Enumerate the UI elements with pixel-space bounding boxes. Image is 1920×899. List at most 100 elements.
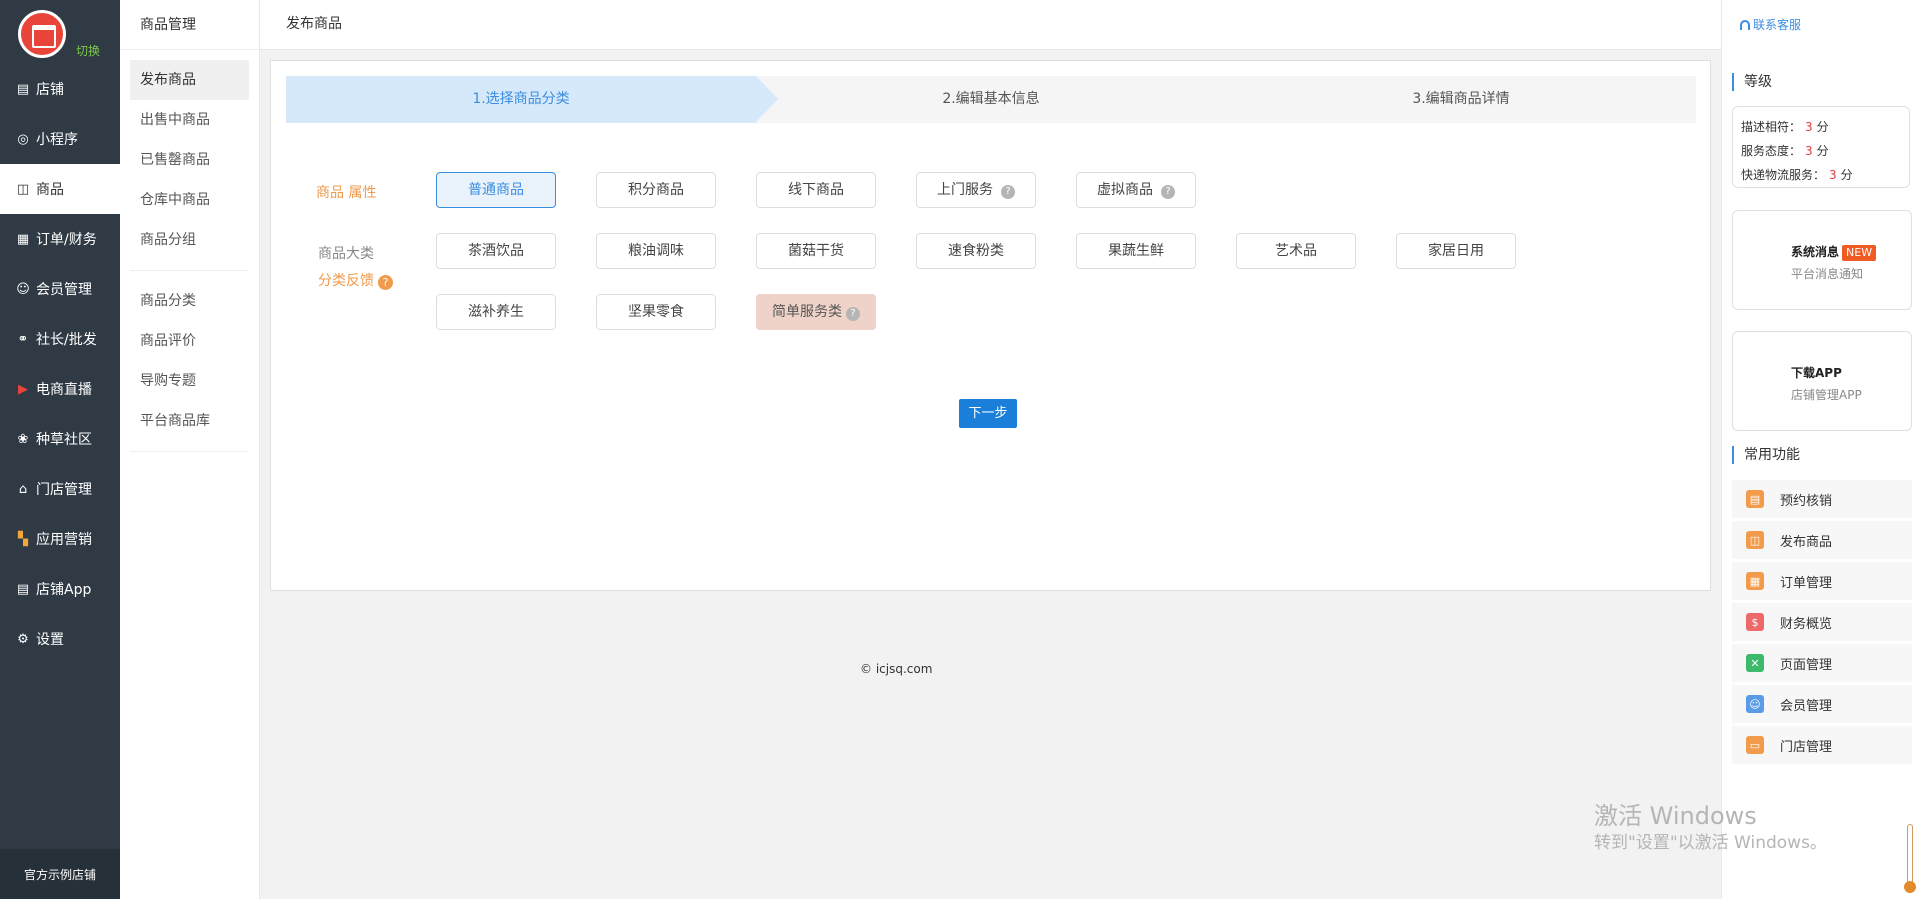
- func-label: 预约核销: [1780, 493, 1833, 509]
- store-logo[interactable]: [18, 10, 66, 58]
- func-members[interactable]: ☺ 会员管理: [1732, 685, 1912, 723]
- copyright: © icjsq.com: [860, 662, 933, 676]
- func-reservation[interactable]: ▤ 预约核销: [1732, 480, 1912, 518]
- category-chip-art[interactable]: 艺术品: [1236, 233, 1356, 269]
- step-2: 2.编辑基本信息: [942, 91, 1040, 107]
- attr-label: 商品 属性: [316, 185, 377, 201]
- category-feedback-link[interactable]: 分类反馈?: [318, 270, 393, 290]
- func-finance[interactable]: $ 财务概览: [1732, 603, 1912, 641]
- help-icon[interactable]: ?: [1001, 185, 1015, 199]
- download-app-title: 下载APP: [1791, 366, 1842, 380]
- logo-area: 切换: [0, 0, 120, 64]
- nav-item-settings[interactable]: ⚙ 设置: [0, 614, 120, 664]
- clipboard-icon: ▤: [1746, 490, 1764, 508]
- help-icon[interactable]: ?: [846, 307, 860, 321]
- user-icon: ☺: [1746, 695, 1764, 713]
- func-outlets[interactable]: ▭ 门店管理: [1732, 726, 1912, 764]
- nav-item-live[interactable]: ▶ 电商直播: [0, 364, 120, 414]
- subnav-item-categories[interactable]: 商品分类: [130, 281, 249, 321]
- func-label: 发布商品: [1780, 534, 1833, 550]
- subnav-item-sold-out[interactable]: 已售罄商品: [130, 140, 249, 180]
- category-chip-mushroom[interactable]: 菌菇干货: [756, 233, 876, 269]
- func-publish-goods[interactable]: ◫ 发布商品: [1732, 521, 1912, 559]
- nav-item-outlets[interactable]: ⌂ 门店管理: [0, 464, 120, 514]
- order-icon: ▦: [1746, 572, 1764, 590]
- nav-label: 社长/批发: [36, 332, 97, 348]
- contact-service-link[interactable]: 联系客服: [1740, 16, 1801, 33]
- category-chip-home[interactable]: 家居日用: [1396, 233, 1516, 269]
- func-pages[interactable]: ✕ 页面管理: [1732, 644, 1912, 682]
- attr-chip-normal[interactable]: 普通商品: [436, 172, 556, 208]
- func-orders[interactable]: ▦ 订单管理: [1732, 562, 1912, 600]
- subnav-item-platform-library[interactable]: 平台商品库: [130, 401, 249, 441]
- nav-item-goods[interactable]: ◫ 商品: [0, 164, 120, 214]
- category-chip-tea-wine[interactable]: 茶酒饮品: [436, 233, 556, 269]
- nav-item-miniprogram[interactable]: ◎ 小程序: [0, 114, 120, 164]
- category-chip-instant[interactable]: 速食粉类: [916, 233, 1036, 269]
- subnav-group-1: 发布商品 出售中商品 已售罄商品 仓库中商品 商品分组 商品分类 商品评价 导购…: [120, 50, 259, 452]
- category-chip-tonic[interactable]: 滋补养生: [436, 294, 556, 330]
- step-indicator: 1.选择商品分类 2.编辑基本信息 3.编辑商品详情: [286, 76, 1696, 123]
- nav-item-store-app[interactable]: ▤ 店铺App: [0, 564, 120, 614]
- grade-title: 等级: [1732, 73, 1772, 91]
- subnav-item-on-sale[interactable]: 出售中商品: [130, 100, 249, 140]
- page-title: 发布商品: [260, 0, 1721, 50]
- grade-unit: 分: [1840, 168, 1853, 182]
- attr-chip-points[interactable]: 积分商品: [596, 172, 716, 208]
- func-label: 页面管理: [1780, 657, 1833, 673]
- subnav-item-publish[interactable]: 发布商品: [130, 60, 249, 100]
- func-label: 门店管理: [1780, 739, 1833, 755]
- subnav-item-warehouse[interactable]: 仓库中商品: [130, 180, 249, 220]
- nav-item-orders[interactable]: ▦ 订单/财务: [0, 214, 120, 264]
- apps-icon: ▚: [18, 531, 28, 547]
- leaf-icon: ❀: [17, 431, 29, 447]
- nav-item-community[interactable]: ❀ 种草社区: [0, 414, 120, 464]
- grade-row: 描述相符： 3 分: [1741, 115, 1901, 139]
- switch-link[interactable]: 切换: [76, 42, 100, 59]
- subnav-item-reviews[interactable]: 商品评价: [130, 321, 249, 361]
- grade-label: 描述相符：: [1741, 120, 1802, 134]
- card-title: 系统消息: [1791, 245, 1840, 259]
- chip-label: 上门服务: [937, 182, 993, 198]
- help-icon[interactable]: ?: [1161, 185, 1175, 199]
- subnav-item-groups[interactable]: 商品分组: [130, 220, 249, 260]
- category-chip-simple-service[interactable]: 简单服务类?: [756, 294, 876, 330]
- tools-icon: ✕: [1746, 654, 1764, 672]
- func-label: 会员管理: [1780, 698, 1833, 714]
- help-icon: ?: [378, 275, 393, 290]
- main-sidebar: 切换 ▤ 店铺 ◎ 小程序 ◫ 商品 ▦ 订单/财务 ☺ 会员管理 ⚭ 社长/批发 ▶ 电商直…: [0, 0, 120, 899]
- new-badge: NEW: [1842, 245, 1877, 261]
- nav-label: 会员管理: [36, 282, 92, 298]
- windows-activation-hint: 转到"设置"以激活 Windows。: [1594, 833, 1827, 853]
- grade-box: 描述相符： 3 分 服务态度： 3 分 快递物流服务： 3 分: [1732, 106, 1910, 188]
- download-app-card[interactable]: 下载APP 店铺管理APP: [1732, 331, 1912, 431]
- nav-item-members[interactable]: ☺ 会员管理: [0, 264, 120, 314]
- category-chip-oil-seasoning[interactable]: 粮油调味: [596, 233, 716, 269]
- members-icon: ☺: [16, 281, 30, 297]
- divider: [130, 270, 249, 271]
- attr-chip-offline[interactable]: 线下商品: [756, 172, 876, 208]
- nav-item-marketing[interactable]: ▚ 应用营销: [0, 514, 120, 564]
- subnav-item-topics[interactable]: 导购专题: [130, 361, 249, 401]
- next-step-button[interactable]: 下一步: [959, 399, 1017, 428]
- grade-label: 快递物流服务：: [1741, 168, 1826, 182]
- grade-value: 3: [1805, 120, 1813, 134]
- nav-item-store[interactable]: ▤ 店铺: [0, 64, 120, 114]
- category-chip-fresh[interactable]: 果蔬生鲜: [1076, 233, 1196, 269]
- category-chip-nuts[interactable]: 坚果零食: [596, 294, 716, 330]
- house-icon: ⌂: [18, 481, 28, 497]
- nav-label: 店铺App: [36, 582, 92, 598]
- order-icon: ▦: [16, 231, 30, 247]
- system-message-card[interactable]: 系统消息 NEW 平台消息通知: [1732, 210, 1912, 310]
- nav-label: 种草社区: [36, 432, 92, 448]
- grade-value: 3: [1829, 168, 1837, 182]
- func-label: 订单管理: [1780, 575, 1833, 591]
- shop-name-footer[interactable]: 官方示例店铺: [0, 849, 120, 899]
- nav-item-wholesale[interactable]: ⚭ 社长/批发: [0, 314, 120, 364]
- right-panel: 联系客服 等级 描述相符： 3 分 服务态度： 3 分 快递物流服务： 3 分 系统消息 NE…: [1721, 0, 1920, 899]
- attr-chip-virtual[interactable]: 虚拟商品?: [1076, 172, 1196, 208]
- contact-label: 联系客服: [1753, 18, 1802, 32]
- attr-chip-onsite[interactable]: 上门服务?: [916, 172, 1036, 208]
- nav-label: 商品: [36, 182, 64, 198]
- windows-activation-title: 激活 Windows: [1594, 802, 1757, 830]
